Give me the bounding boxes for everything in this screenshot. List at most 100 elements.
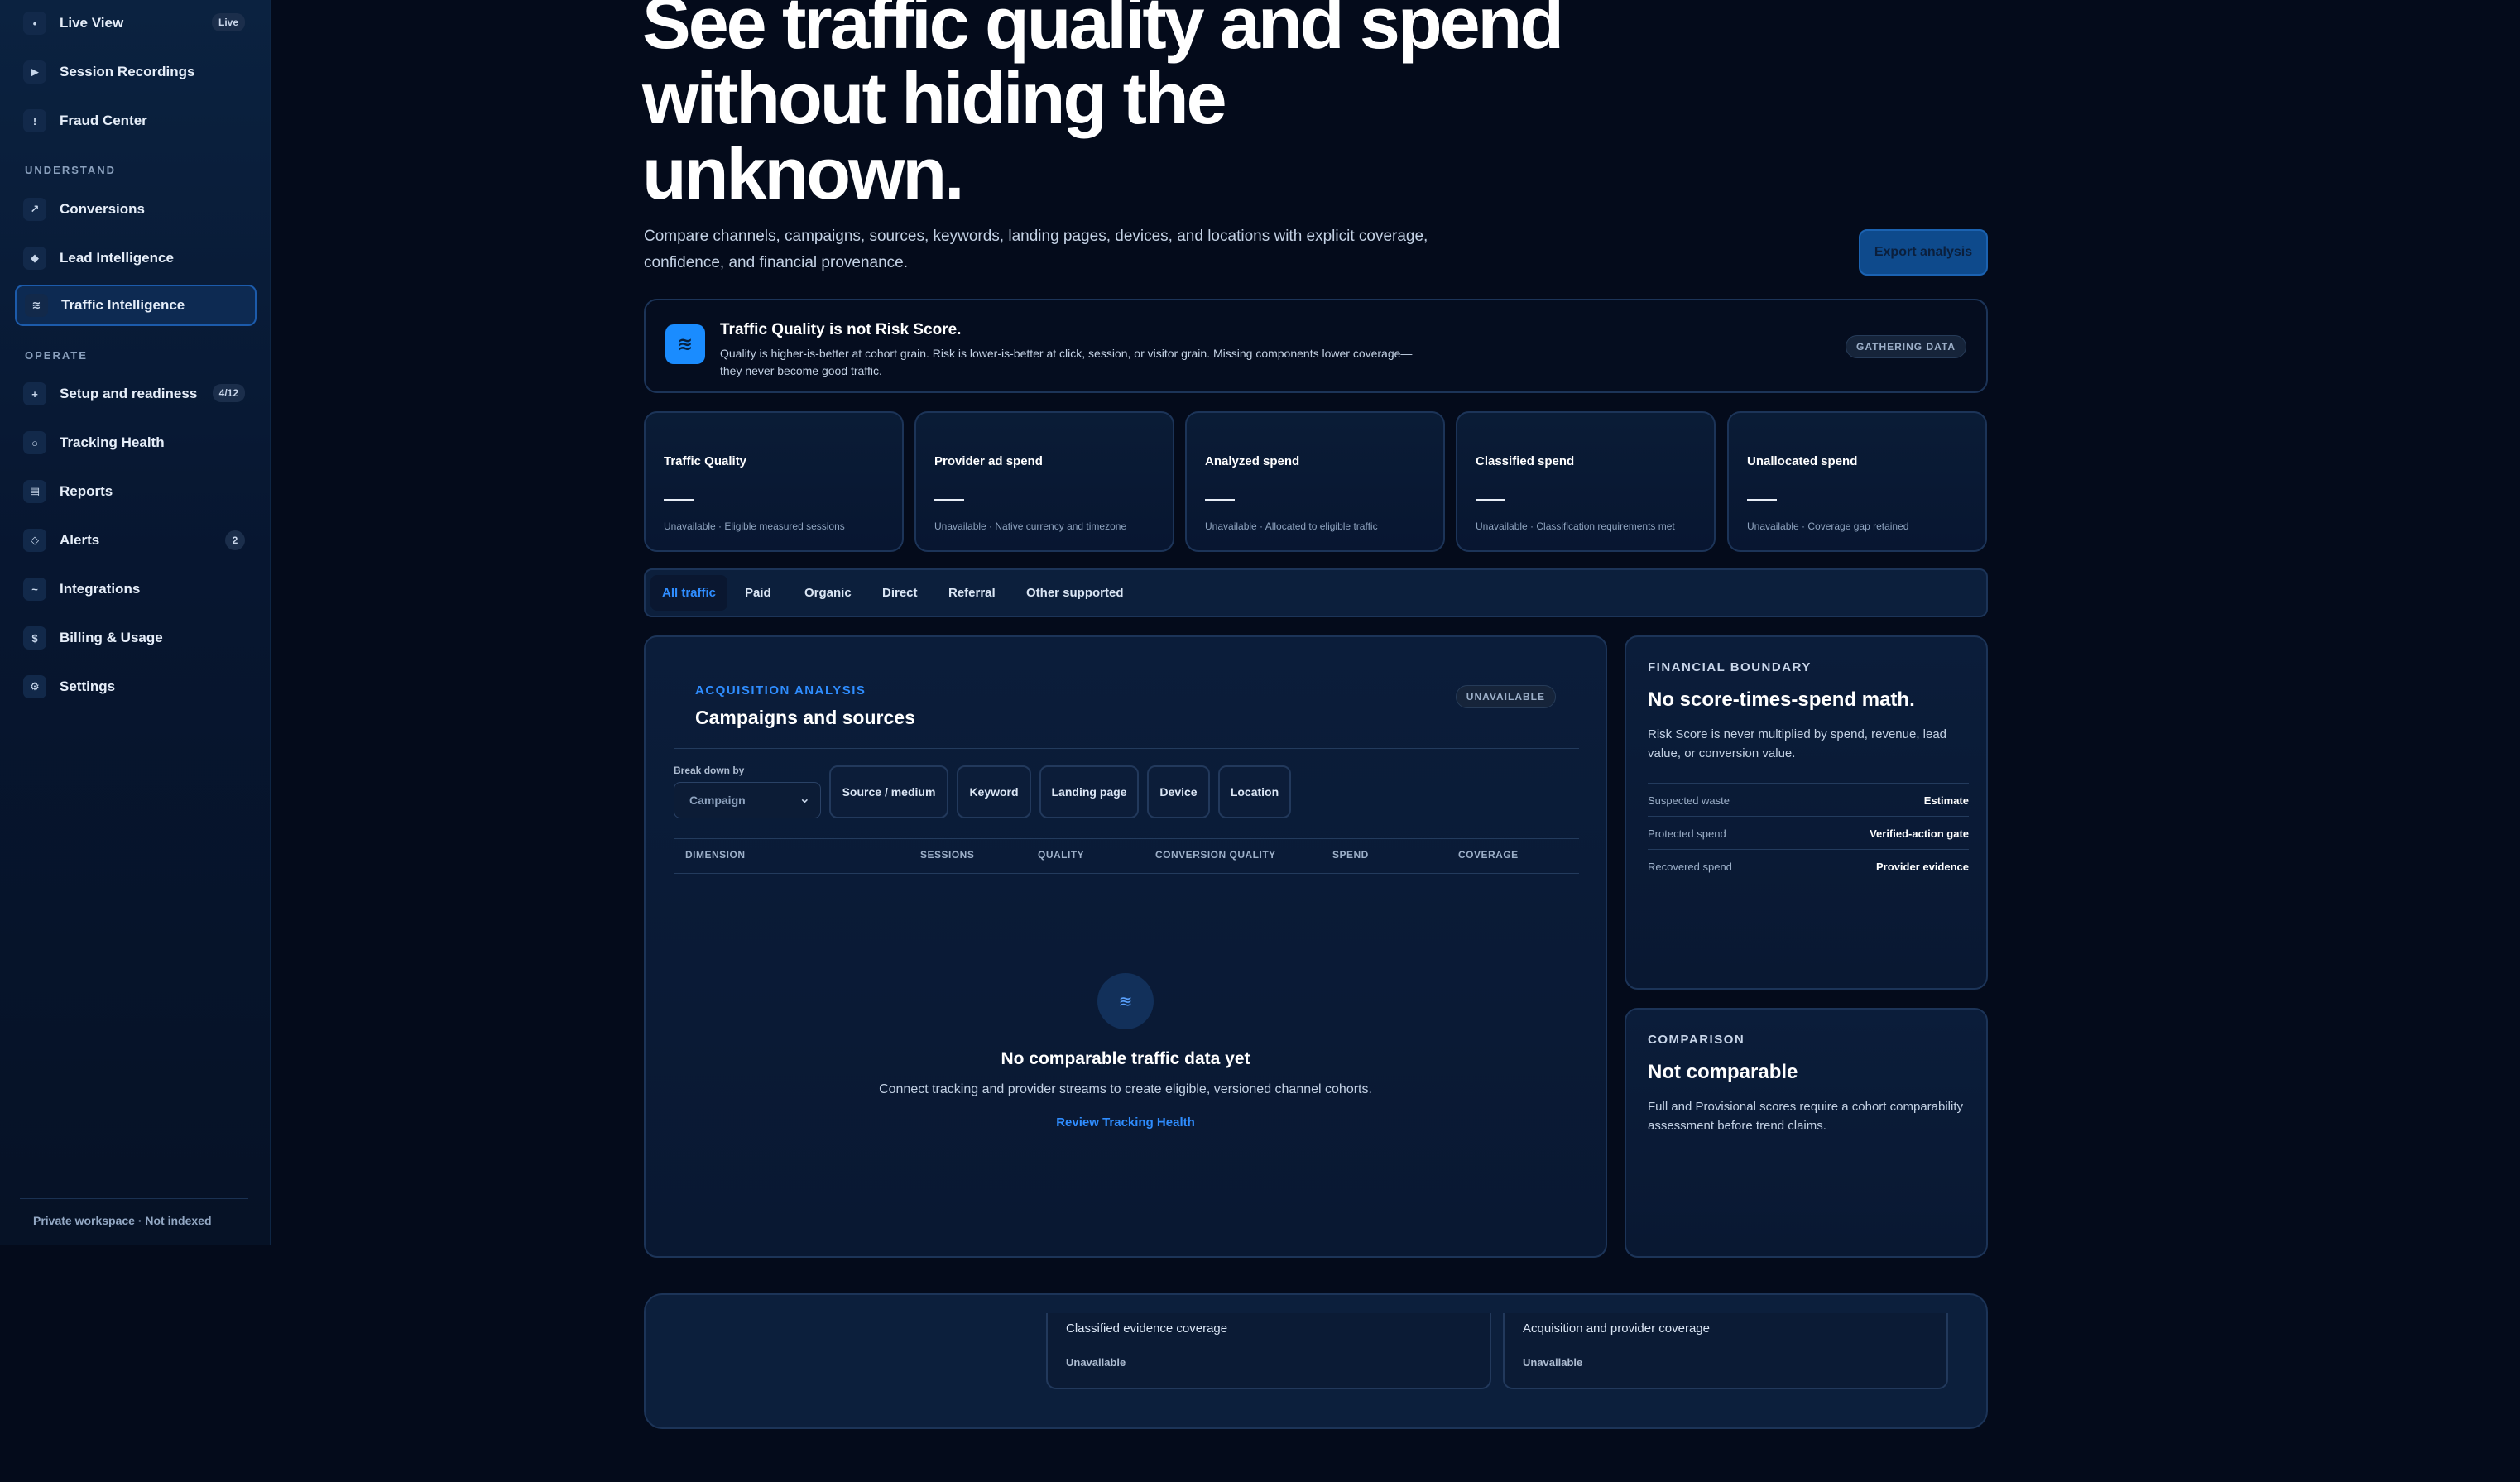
workspace-status: Private workspace · Not indexed xyxy=(33,1214,212,1227)
plus-icon: + xyxy=(23,382,46,405)
report-icon: ▤ xyxy=(23,480,46,503)
row-label: Suspected waste xyxy=(1648,794,1730,807)
page-subtitle: Compare channels, campaigns, sources, ke… xyxy=(644,223,1438,276)
metric-empty-value xyxy=(1476,499,1505,501)
info-banner: ≋ Traffic Quality is not Risk Score. Qua… xyxy=(644,299,1988,393)
sidebar-item-label: Setup and readiness xyxy=(60,386,198,401)
sidebar-item-setup[interactable]: + Setup and readiness 4/12 xyxy=(15,373,257,415)
metric-title: Traffic Quality xyxy=(664,454,747,468)
waves-icon: ≋ xyxy=(25,294,48,317)
sidebar-item-traffic-intelligence[interactable]: ≋ Traffic Intelligence xyxy=(15,285,257,326)
breakdown-select-value: Campaign xyxy=(689,794,746,807)
coverage-value: Unavailable xyxy=(1523,1356,1583,1369)
card-text-line-2: assessment before trend claims. xyxy=(1648,1119,1826,1133)
metric-title: Analyzed spend xyxy=(1205,454,1300,468)
sidebar-item-label: Conversions xyxy=(60,201,145,217)
section-operate: OPERATE xyxy=(25,349,88,362)
sidebar-item-integrations[interactable]: ~ Integrations xyxy=(15,568,257,610)
live-dot-icon: • xyxy=(23,12,46,35)
card-title: Not comparable xyxy=(1648,1061,1798,1083)
segment-location[interactable]: Location xyxy=(1218,765,1291,818)
panel-eyebrow: ACQUISITION ANALYSIS xyxy=(695,683,866,698)
tab-paid[interactable]: Paid xyxy=(733,575,783,611)
export-analysis-button[interactable]: Export analysis xyxy=(1859,229,1988,276)
breakdown-select[interactable]: Campaign ⌄ xyxy=(674,782,821,818)
traffic-filter-tabs: All traffic Paid Organic Direct Referral… xyxy=(644,568,1988,617)
circle-icon: ○ xyxy=(23,431,46,454)
segment-landing-page[interactable]: Landing page xyxy=(1039,765,1139,818)
card-text-line-1: Risk Score is never multiplied by spend,… xyxy=(1648,727,1947,741)
page-title-line-1: See traffic quality and spend xyxy=(642,0,1564,64)
sidebar-item-fraud-center[interactable]: ! Fraud Center xyxy=(15,100,257,141)
column-header-dimension: DIMENSION xyxy=(685,849,746,861)
sidebar-item-session-recordings[interactable]: ▶ Session Recordings xyxy=(15,51,257,93)
sidebar-item-label: Live View xyxy=(60,15,124,31)
sidebar-item-label: Session Recordings xyxy=(60,64,195,79)
metric-card-traffic-quality: Traffic Quality Unavailable · Eligible m… xyxy=(644,411,904,552)
segment-keyword[interactable]: Keyword xyxy=(957,765,1031,818)
sidebar-item-label: Reports xyxy=(60,483,113,499)
segment-device[interactable]: Device xyxy=(1147,765,1210,818)
coverage-panel: Classified evidence coverage Unavailable… xyxy=(644,1293,1988,1429)
banner-title: Traffic Quality is not Risk Score. xyxy=(720,321,962,338)
sidebar-item-label: Traffic Intelligence xyxy=(61,297,185,313)
section-understand: UNDERSTAND xyxy=(25,164,117,176)
tab-direct[interactable]: Direct xyxy=(871,575,929,611)
tab-referral[interactable]: Referral xyxy=(937,575,1007,611)
financial-boundary-card: FINANCIAL BOUNDARY No score-times-spend … xyxy=(1625,635,1988,990)
metric-card-unallocated-spend: Unallocated spend Unavailable · Coverage… xyxy=(1727,411,1987,552)
sidebar-item-live-view[interactable]: • Live View Live xyxy=(15,2,257,44)
metric-footnote: Unavailable · Native currency and timezo… xyxy=(934,520,1127,532)
empty-state-title: No comparable traffic data yet xyxy=(1001,1049,1250,1068)
metric-card-classified-spend: Classified spend Unavailable · Classific… xyxy=(1456,411,1716,552)
sidebar-item-lead-intelligence[interactable]: ◆ Lead Intelligence xyxy=(15,237,257,279)
alerts-count-badge: 2 xyxy=(225,530,245,550)
page-subtitle-line-2: confidence, and financial provenance. xyxy=(644,254,909,271)
card-text-line-2: value, or conversion value. xyxy=(1648,746,1796,760)
row-value: Provider evidence xyxy=(1876,861,1969,873)
sidebar-item-tracking-health[interactable]: ○ Tracking Health xyxy=(15,422,257,463)
tab-organic[interactable]: Organic xyxy=(793,575,863,611)
metric-footnote: Unavailable · Coverage gap retained xyxy=(1747,520,1909,532)
sidebar-item-label: Fraud Center xyxy=(60,113,147,128)
sidebar-item-settings[interactable]: ⚙ Settings xyxy=(15,666,257,707)
row-label: Recovered spend xyxy=(1648,861,1732,873)
tab-all-traffic[interactable]: All traffic xyxy=(650,575,728,611)
tab-other-supported[interactable]: Other supported xyxy=(1015,575,1135,611)
coverage-title: Classified evidence coverage xyxy=(1066,1321,1228,1336)
waves-icon: ≋ xyxy=(1097,973,1154,1029)
row-label: Protected spend xyxy=(1648,827,1726,840)
column-header-coverage: COVERAGE xyxy=(1458,849,1519,861)
metric-footnote: Unavailable · Classification requirement… xyxy=(1476,520,1675,532)
metric-card-provider-ad-spend: Provider ad spend Unavailable · Native c… xyxy=(914,411,1174,552)
breakdown-label: Break down by xyxy=(674,765,745,776)
column-header-sessions: SESSIONS xyxy=(920,849,975,861)
coverage-value: Unavailable xyxy=(1066,1356,1126,1369)
segment-source-medium[interactable]: Source / medium xyxy=(829,765,948,818)
sidebar-item-reports[interactable]: ▤ Reports xyxy=(15,471,257,512)
column-header-conversion-quality: CONVERSION QUALITY xyxy=(1155,849,1276,861)
gear-icon: ⚙ xyxy=(23,675,46,698)
metric-footnote: Unavailable · Allocated to eligible traf… xyxy=(1205,520,1378,532)
sidebar-item-alerts[interactable]: ◇ Alerts 2 xyxy=(15,520,257,561)
divider xyxy=(674,748,1579,749)
panel-title: Campaigns and sources xyxy=(695,707,915,728)
live-badge: Live xyxy=(211,13,245,31)
column-header-quality: QUALITY xyxy=(1038,849,1085,861)
column-header-spend: SPEND xyxy=(1332,849,1369,861)
chevron-down-icon: ⌄ xyxy=(799,792,810,806)
metric-title: Classified spend xyxy=(1476,454,1575,468)
metric-empty-value xyxy=(1747,499,1777,501)
sidebar-item-label: Billing & Usage xyxy=(60,630,163,645)
card-text: Risk Score is never multiplied by spend,… xyxy=(1648,725,1970,763)
diamond-icon: ◆ xyxy=(23,247,46,270)
sidebar-item-billing[interactable]: $ Billing & Usage xyxy=(15,617,257,659)
card-eyebrow: FINANCIAL BOUNDARY xyxy=(1648,660,1812,674)
card-title: No score-times-spend math. xyxy=(1648,688,1915,711)
gathering-data-badge: GATHERING DATA xyxy=(1846,335,1966,358)
page-title: See traffic quality and spend without hi… xyxy=(642,0,1635,211)
metric-footnote: Unavailable · Eligible measured sessions xyxy=(664,520,845,532)
review-tracking-health-link[interactable]: Review Tracking Health xyxy=(646,1115,1606,1129)
acquisition-analysis-panel: ACQUISITION ANALYSIS Campaigns and sourc… xyxy=(644,635,1607,1258)
sidebar-item-conversions[interactable]: ↗ Conversions xyxy=(15,189,257,230)
